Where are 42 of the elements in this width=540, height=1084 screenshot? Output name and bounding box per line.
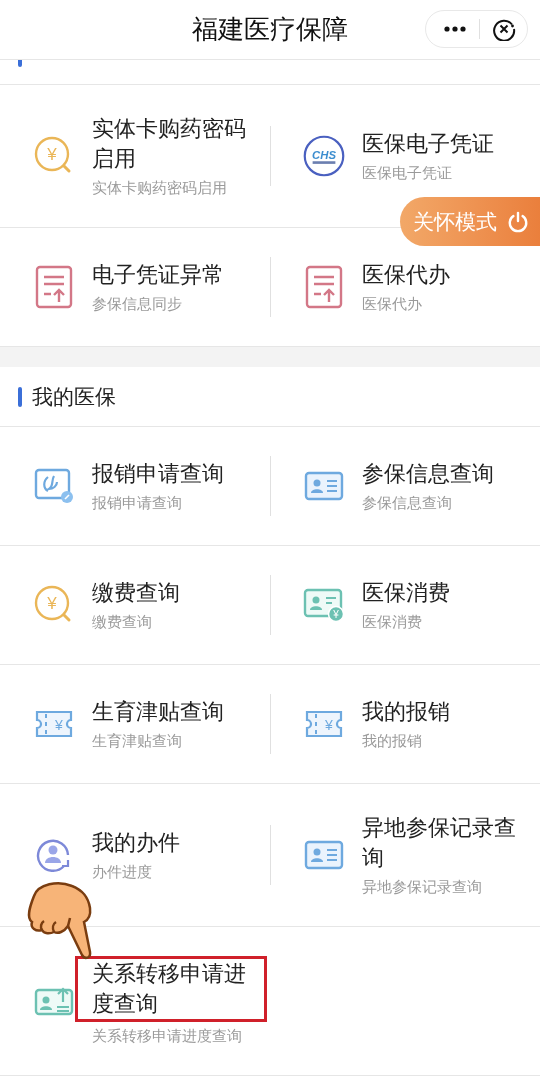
- item-subtitle: 我的报销: [362, 731, 422, 751]
- item-title[interactable]: 参保信息查询: [362, 459, 494, 489]
- id-card-icon: [34, 986, 74, 1016]
- document-icon: [305, 265, 343, 309]
- item-title[interactable]: 实体卡购药密码启用: [92, 114, 262, 174]
- page-title: 福建医疗保障: [192, 13, 348, 46]
- reimburse-icon: [34, 468, 74, 504]
- ticket-icon: ¥: [304, 709, 344, 739]
- item-title[interactable]: 我的办件: [92, 828, 180, 858]
- item-title[interactable]: 异地参保记录查询: [362, 813, 528, 873]
- item-subtitle: 参保信息同步: [92, 294, 182, 314]
- section-marker: [18, 386, 22, 407]
- item-title[interactable]: 电子凭证异常: [92, 260, 224, 290]
- item-subtitle: 实体卡购药密码启用: [92, 178, 227, 198]
- id-card-icon: [304, 471, 344, 501]
- item-title[interactable]: 医保电子凭证: [362, 129, 494, 159]
- section-marker: [18, 60, 22, 67]
- more-icon[interactable]: [444, 26, 466, 32]
- item-subtitle: 缴费查询: [92, 612, 152, 632]
- item-title[interactable]: 生育津贴查询: [92, 697, 224, 727]
- item-subtitle: 关系转移申请进度查询: [92, 1026, 242, 1046]
- item-subtitle: 参保信息查询: [362, 493, 452, 513]
- power-icon: [507, 210, 529, 233]
- item-title[interactable]: 我的报销: [362, 697, 450, 727]
- item-title[interactable]: 医保消费: [362, 578, 450, 608]
- item-subtitle: 医保代办: [362, 294, 422, 314]
- ticket-icon: ¥: [34, 709, 74, 739]
- item-subtitle: 医保电子凭证: [362, 163, 452, 183]
- item-subtitle: 办件进度: [92, 862, 152, 882]
- item-subtitle: 生育津贴查询: [92, 731, 182, 751]
- document-icon: [35, 265, 73, 309]
- item-title[interactable]: 缴费查询: [92, 578, 180, 608]
- id-card-icon: [304, 840, 344, 870]
- person-refresh-icon: [36, 837, 72, 873]
- item-subtitle: 报销申请查询: [92, 493, 182, 513]
- item-subtitle: 异地参保记录查询: [362, 877, 482, 897]
- item-title[interactable]: 关系转移申请进度查询: [75, 956, 267, 1022]
- close-icon[interactable]: [492, 17, 516, 41]
- section-title: 我的医保: [32, 383, 116, 410]
- item-title[interactable]: 报销申请查询: [92, 459, 224, 489]
- item-subtitle: 医保消费: [362, 612, 422, 632]
- item-title[interactable]: 医保代办: [362, 260, 450, 290]
